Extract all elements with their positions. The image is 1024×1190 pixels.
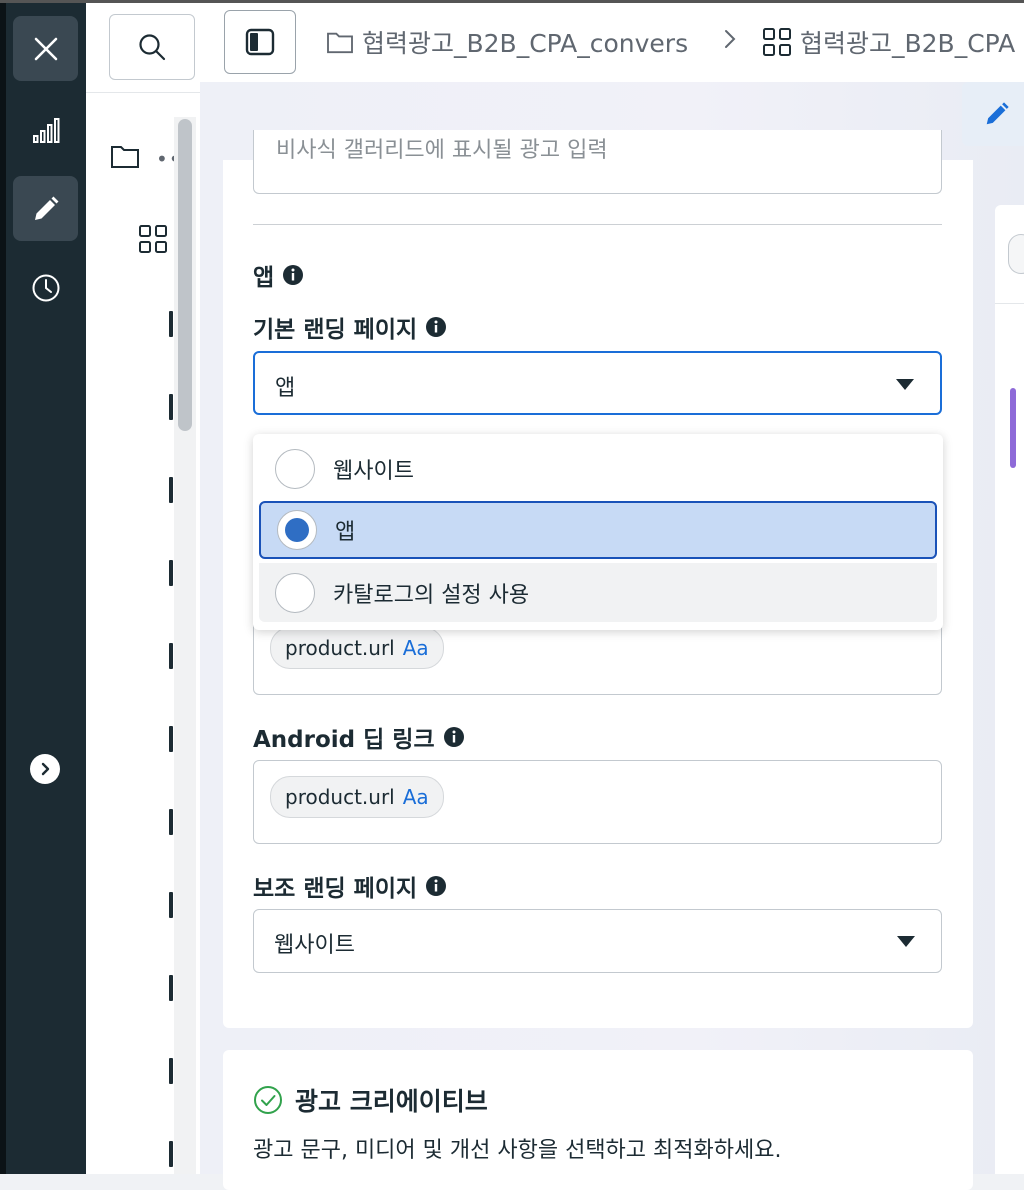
caret-down-icon — [896, 379, 914, 390]
info-icon[interactable] — [425, 875, 447, 897]
option-app[interactable]: 앱 — [259, 501, 937, 559]
android-deep-link-heading: Android 딥 링크 — [253, 720, 465, 754]
grid-icon — [139, 225, 167, 253]
secondary-landing-heading: 보조 랜딩 페이지 — [253, 869, 447, 903]
android-label: Android 딥 링크 — [253, 727, 435, 753]
expand-rail-button[interactable] — [30, 754, 60, 784]
window-top-border — [0, 0, 1024, 3]
option-website[interactable]: 웹사이트 — [259, 440, 937, 498]
option-label: 웹사이트 — [333, 459, 414, 484]
reports-button[interactable] — [13, 110, 78, 150]
secondary-landing-select[interactable]: 웹사이트 — [253, 909, 942, 973]
tree-ad-item[interactable] — [169, 560, 173, 586]
close-button[interactable] — [13, 16, 78, 81]
radio-checked[interactable] — [277, 510, 317, 550]
primary-landing-select[interactable]: 앱 — [253, 351, 942, 415]
text-format-icon: Aa — [402, 636, 429, 660]
tree-ad-item[interactable] — [169, 1058, 173, 1084]
section-divider — [253, 224, 942, 225]
secondary-landing-label: 보조 랜딩 페이지 — [253, 876, 418, 902]
tree-ad-item[interactable] — [169, 311, 173, 337]
option-label: 앱 — [335, 520, 356, 545]
preview-divider — [995, 303, 1024, 304]
tree-divider — [86, 92, 200, 93]
ad-creative-subtitle: 광고 문구, 미디어 및 개선 사항을 선택하고 최적화하세요. — [253, 1138, 782, 1163]
chevron-right-icon — [41, 762, 50, 776]
tree-scrollbar-thumb[interactable] — [178, 119, 192, 431]
info-icon[interactable] — [425, 316, 447, 338]
radio-dot-icon — [285, 518, 309, 542]
tree-ad-item[interactable] — [169, 975, 173, 1001]
tree-search-button[interactable] — [109, 14, 195, 80]
rail-edge — [0, 0, 6, 1174]
breadcrumb-separator — [722, 26, 738, 56]
clock-icon — [32, 274, 59, 302]
headline-input-placeholder: 비사식 갤러리드에 표시될 광고 입력 — [276, 138, 608, 163]
radio-unchecked[interactable] — [275, 572, 315, 613]
info-icon[interactable] — [443, 726, 465, 748]
info-icon[interactable] — [282, 264, 304, 286]
preview-toggle[interactable] — [1008, 234, 1024, 274]
ios-link-chip[interactable]: product.url Aa — [270, 627, 444, 669]
close-icon — [34, 37, 57, 60]
edit-mode-button[interactable] — [13, 176, 78, 241]
pencil-icon — [34, 196, 58, 220]
folder-icon — [327, 32, 353, 54]
app-section-label: 앱 — [253, 265, 275, 291]
breadcrumb-adset[interactable]: 협력광고_B2B_CPA — [762, 24, 1024, 60]
sidebar-toggle-icon — [245, 28, 275, 56]
ad-creative-title: 광고 크리에이티브 — [295, 1087, 488, 1116]
check-circle-icon — [254, 1086, 282, 1114]
breadcrumb-campaign[interactable]: 협력광고_B2B_CPA_convers — [326, 24, 706, 60]
folder-icon — [111, 146, 139, 168]
app-section-heading: 앱 — [253, 258, 304, 292]
grid-icon — [763, 28, 791, 56]
chip-text: product.url — [285, 636, 395, 660]
left-rail — [0, 0, 86, 1174]
tree-ad-item[interactable] — [169, 394, 173, 420]
campaign-tree-panel: •• — [86, 0, 201, 1174]
primary-landing-value: 앱 — [275, 376, 296, 401]
tree-ad-item[interactable] — [169, 726, 173, 752]
history-button[interactable] — [13, 268, 78, 308]
primary-landing-dropdown: 웹사이트 앱 카탈로그의 설정 사용 — [253, 434, 943, 630]
text-format-icon: Aa — [402, 785, 429, 809]
preview-highlight — [1010, 388, 1016, 468]
ad-creative-heading: 광고 크리에이티브 — [253, 1082, 488, 1118]
tree-adset-item[interactable] — [138, 224, 168, 258]
tree-ad-item[interactable] — [169, 477, 173, 503]
tree-ad-item[interactable] — [169, 809, 173, 835]
primary-landing-label: 기본 랜딩 페이지 — [253, 317, 418, 343]
top-header: 협력광고_B2B_CPA_convers 협력광고_B2B_CPA — [200, 0, 1024, 146]
ad-creative-card — [223, 1050, 973, 1190]
android-deep-link-input[interactable]: product.url Aa — [253, 760, 942, 844]
breadcrumb-campaign-label: 협력광고_B2B_CPA_convers — [362, 29, 689, 58]
primary-landing-heading: 기본 랜딩 페이지 — [253, 310, 447, 344]
edit-button[interactable] — [962, 82, 1024, 146]
breadcrumb-adset-label: 협력광고_B2B_CPA — [800, 29, 1016, 58]
android-link-chip[interactable]: product.url Aa — [270, 776, 444, 818]
tree-ad-item[interactable] — [169, 1141, 173, 1167]
preview-card — [995, 205, 1024, 1174]
tree-ad-item[interactable] — [169, 892, 173, 918]
tree-campaign-item[interactable] — [110, 143, 140, 173]
bar-chart-icon — [32, 118, 59, 143]
search-icon — [139, 34, 166, 61]
radio-unchecked[interactable] — [275, 449, 315, 489]
caret-down-icon — [897, 936, 915, 947]
tree-ad-item[interactable] — [169, 643, 173, 669]
toggle-panel-button[interactable] — [224, 10, 296, 74]
option-catalog[interactable]: 카탈로그의 설정 사용 — [259, 563, 937, 622]
headline-input[interactable]: 비사식 갤러리드에 표시될 광고 입력 — [253, 130, 942, 194]
option-label: 카탈로그의 설정 사용 — [333, 582, 530, 608]
chevron-right-icon — [725, 30, 736, 48]
pencil-icon — [986, 102, 1009, 125]
chip-text: product.url — [285, 785, 395, 809]
secondary-landing-value: 웹사이트 — [274, 933, 355, 958]
